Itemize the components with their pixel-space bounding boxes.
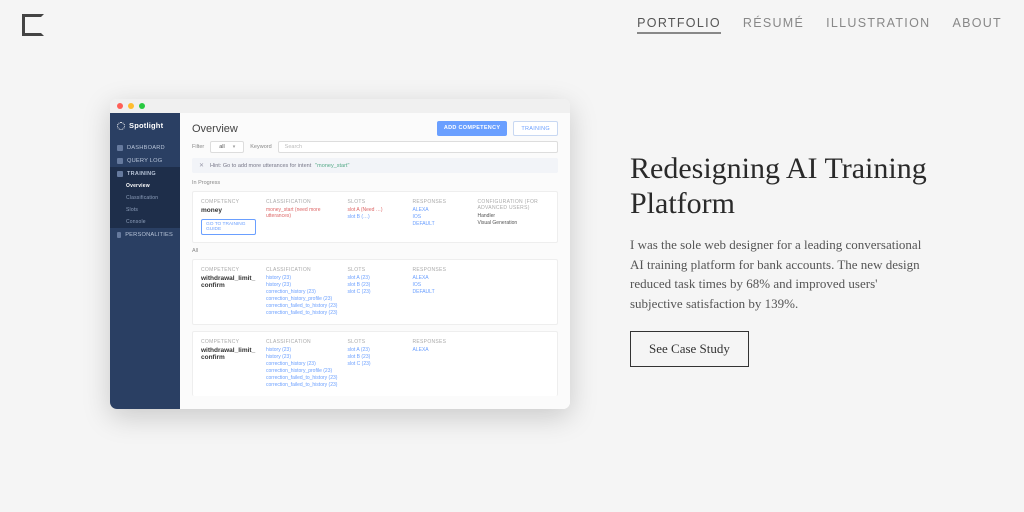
hint-banner: ✕ Hint: Go to add more utterances for in… [192, 158, 558, 173]
training-button[interactable]: TRAINING [513, 121, 558, 136]
close-icon[interactable]: ✕ [199, 162, 204, 169]
sidebar-sub-slots[interactable]: Slots [110, 204, 180, 216]
case-study-button[interactable]: See Case Study [630, 331, 749, 367]
brand-name: Spotlight [129, 121, 163, 130]
nav-about[interactable]: ABOUT [952, 16, 1002, 34]
training-guide-button[interactable]: GO TO TRAINING GUIDE [201, 219, 256, 235]
project-screenshot: Spotlight DASHBOARD QUERY LOG TRAINING O… [110, 99, 570, 409]
sidebar-item-training[interactable]: TRAINING [110, 167, 180, 180]
app-brand: Spotlight [110, 113, 180, 138]
hint-text: Hint: Go to add more utterances for inte… [210, 163, 311, 169]
competency-name: money [201, 207, 256, 214]
sidebar-sub-overview[interactable]: Overview [110, 180, 180, 192]
app-sidebar: Spotlight DASHBOARD QUERY LOG TRAINING O… [110, 113, 180, 409]
close-icon [117, 103, 123, 109]
training-icon [117, 171, 123, 177]
dashboard-icon [117, 145, 123, 151]
keyword-input[interactable]: Search [278, 141, 558, 153]
hero-title: Redesigning AI Training Platform [630, 151, 930, 222]
top-nav: PORTFOLIO RÉSUMÉ ILLUSTRATION ABOUT [637, 16, 1002, 34]
competency-card: COMPETENCY withdrawal_limit_confirm CLAS… [192, 259, 558, 325]
brand-icon [117, 122, 125, 130]
sidebar-item-personalities[interactable]: PERSONALITIES [110, 228, 180, 241]
app-main: Overview ADD COMPETENCY TRAINING Filter … [180, 113, 570, 409]
site-logo[interactable] [22, 14, 44, 36]
filter-label: Filter [192, 144, 204, 150]
competency-name: withdrawal_limit_confirm [201, 275, 256, 289]
minimize-icon [128, 103, 134, 109]
querylog-icon [117, 158, 123, 164]
hint-keyword: "money_start" [315, 163, 349, 169]
sidebar-sub-classification[interactable]: Classification [110, 192, 180, 204]
filter-select[interactable]: all [210, 141, 244, 153]
macos-window-controls [110, 99, 570, 113]
nav-resume[interactable]: RÉSUMÉ [743, 16, 804, 34]
hero-text: Redesigning AI Training Platform I was t… [630, 141, 930, 368]
keyword-label: Keyword [250, 144, 271, 150]
competency-card: COMPETENCY money GO TO TRAINING GUIDE CL… [192, 191, 558, 243]
sidebar-item-querylog[interactable]: QUERY LOG [110, 154, 180, 167]
section-all: All [180, 246, 570, 256]
section-inprogress: In Progress [180, 178, 570, 188]
sidebar-sub-console[interactable]: Console [110, 216, 180, 228]
sidebar-item-dashboard[interactable]: DASHBOARD [110, 141, 180, 154]
competency-card: COMPETENCY withdrawal_limit_confirm CLAS… [192, 331, 558, 396]
page-title: Overview [192, 123, 238, 135]
personalities-icon [117, 232, 121, 238]
nav-portfolio[interactable]: PORTFOLIO [637, 16, 721, 34]
nav-illustration[interactable]: ILLUSTRATION [826, 16, 930, 34]
maximize-icon [139, 103, 145, 109]
competency-name: withdrawal_limit_confirm [201, 347, 256, 361]
hero-body: I was the sole web designer for a leadin… [630, 235, 930, 313]
add-competency-button[interactable]: ADD COMPETENCY [437, 121, 507, 136]
